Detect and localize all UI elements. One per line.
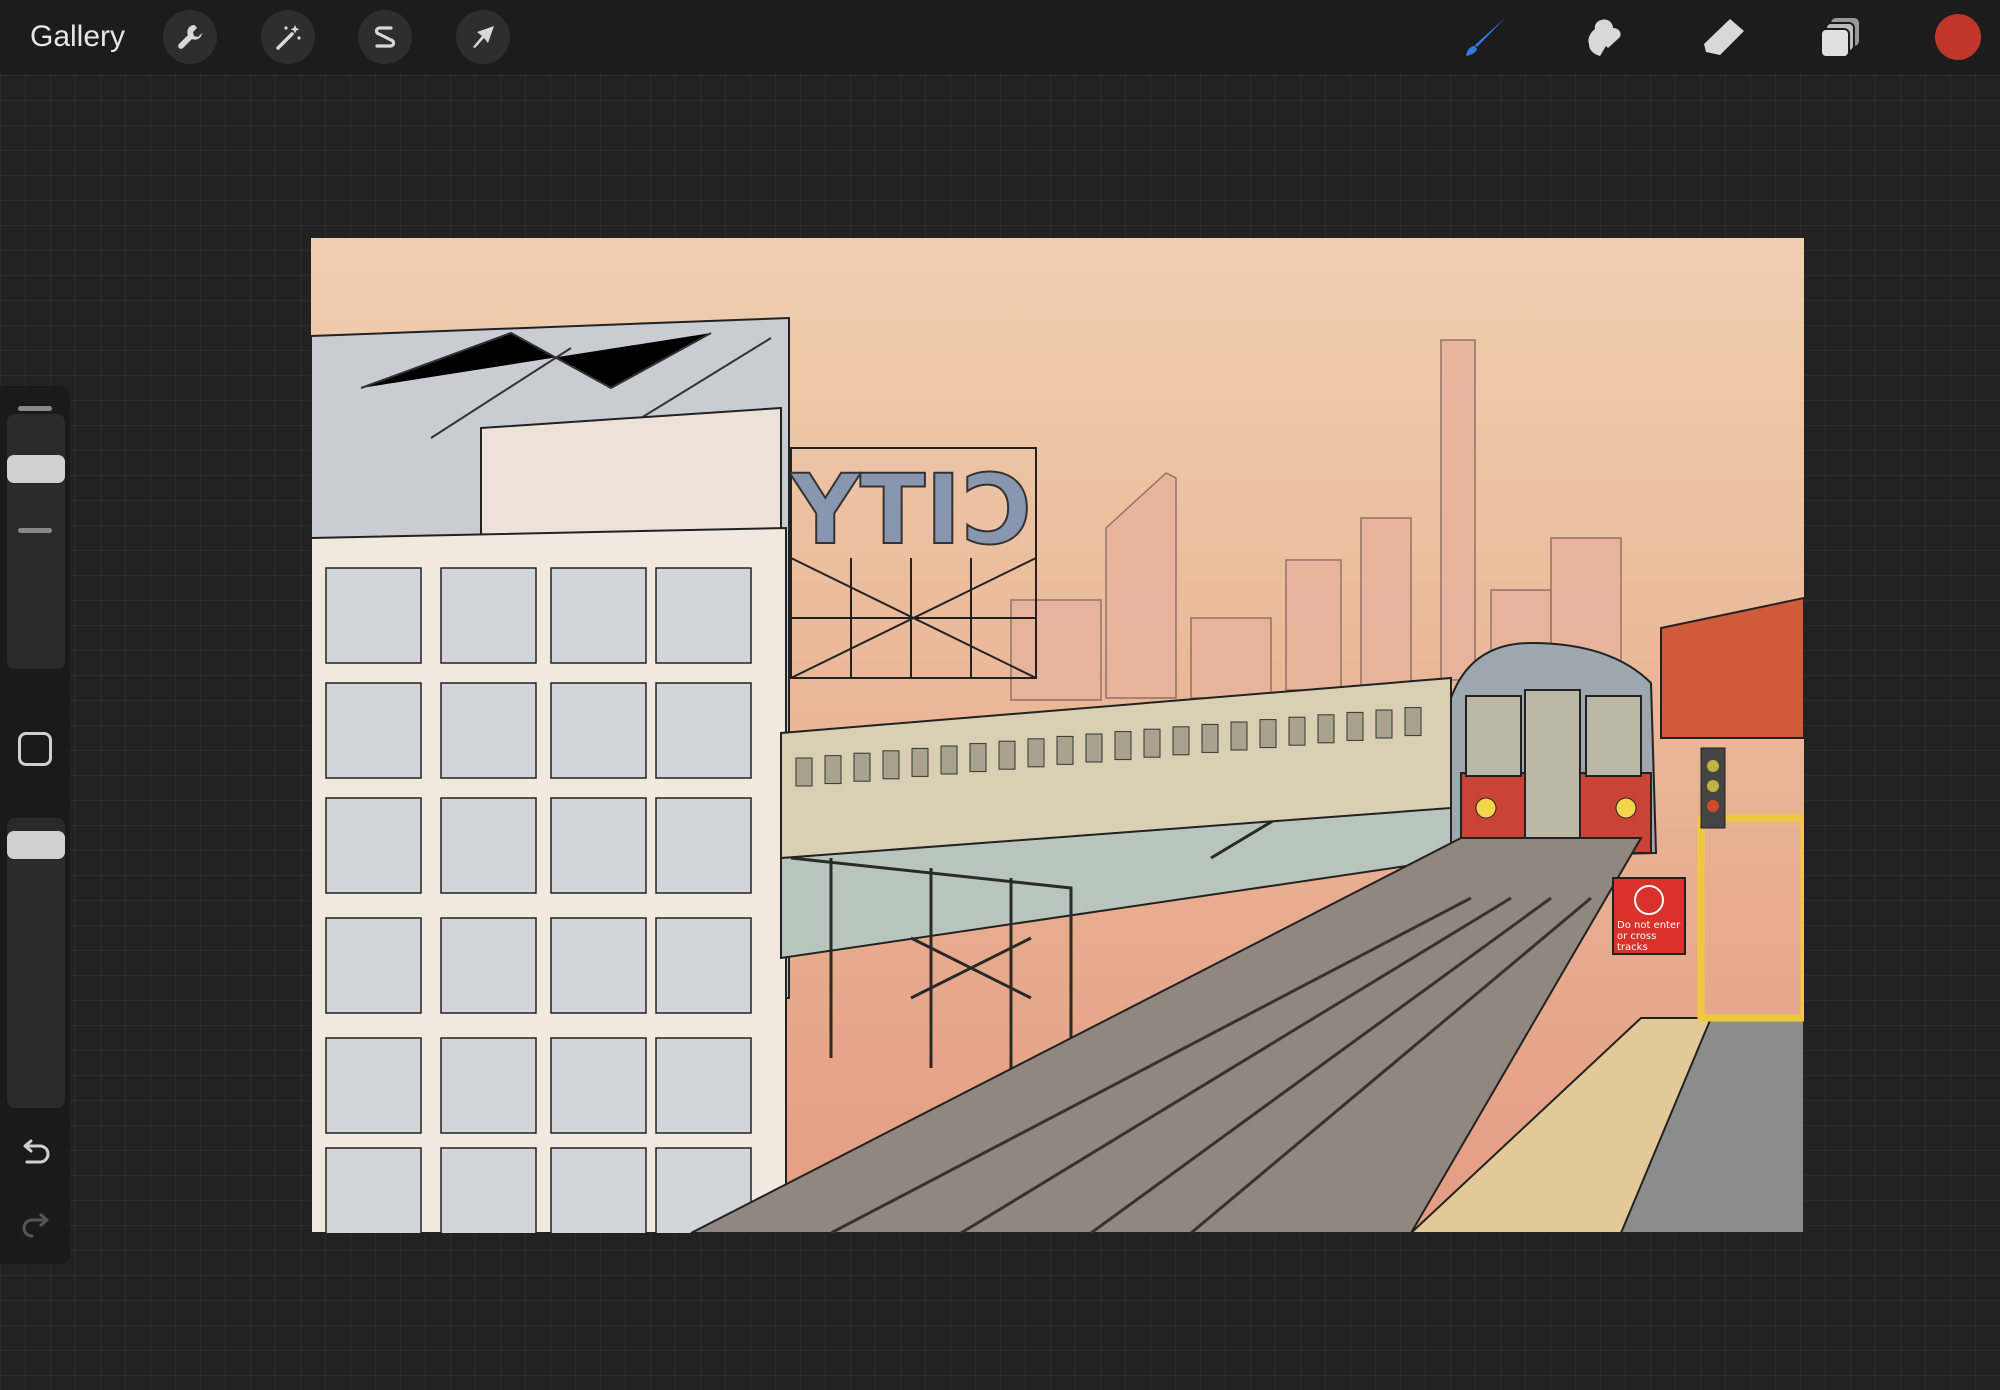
warehouse-window — [550, 567, 647, 664]
layers-icon — [1820, 18, 1859, 58]
wrench-icon — [178, 25, 202, 49]
train-window — [1201, 723, 1219, 753]
warehouse-window — [440, 682, 537, 779]
train-window — [853, 752, 871, 782]
layers-button[interactable] — [1813, 10, 1869, 66]
train-window — [1375, 709, 1393, 739]
gallery-button[interactable]: Gallery — [30, 17, 125, 57]
brush-size-slider[interactable] — [7, 414, 65, 669]
opacity-slider[interactable] — [7, 818, 65, 1108]
warehouse-window — [655, 917, 752, 1014]
warehouse-window — [440, 567, 537, 664]
warehouse-window — [550, 797, 647, 894]
brush-icon — [1466, 18, 1505, 56]
train-window — [1259, 719, 1277, 749]
train-window — [1027, 738, 1045, 768]
warehouse-window — [550, 1037, 647, 1134]
warehouse-window — [325, 1037, 422, 1134]
train-window — [1056, 735, 1074, 765]
warehouse-window — [655, 1037, 752, 1134]
modify-button[interactable] — [18, 732, 52, 766]
top-toolbar: Gallery — [0, 0, 2000, 74]
train-window — [1346, 711, 1364, 741]
train-window — [795, 757, 813, 787]
train-window — [824, 755, 842, 785]
warehouse-window — [655, 567, 752, 664]
train-window — [1172, 726, 1190, 756]
arrow-cursor-icon — [473, 26, 494, 48]
size-tick-max — [18, 406, 52, 411]
warehouse-window — [325, 797, 422, 894]
opacity-thumb[interactable] — [7, 831, 65, 860]
smudge-button[interactable] — [1575, 10, 1631, 66]
train-window — [1404, 707, 1422, 737]
warehouse-window — [440, 917, 537, 1014]
billboard-text: CITY — [789, 454, 1032, 566]
brush-size-thumb[interactable] — [7, 454, 65, 483]
drawing-canvas[interactable]: CITY Do not enter or cross tracks — [311, 238, 1804, 1233]
selection-s-icon — [374, 26, 396, 48]
adjustments-button[interactable] — [261, 10, 315, 64]
eraser-button[interactable] — [1696, 10, 1752, 66]
warehouse-window — [550, 1147, 647, 1233]
size-tick-mid — [18, 528, 52, 533]
train-window — [911, 747, 929, 777]
artwork: CITY Do not enter or cross tracks — [311, 238, 1804, 1233]
train-window — [940, 745, 958, 775]
warehouse-window — [325, 567, 422, 664]
transform-button[interactable] — [456, 10, 510, 64]
warehouse-window — [440, 797, 537, 894]
selection-button[interactable] — [358, 10, 412, 64]
magic-wand-icon — [276, 25, 301, 50]
train-window — [1230, 721, 1248, 751]
train-window — [998, 740, 1016, 770]
train-window — [1143, 728, 1161, 758]
eraser-icon — [1704, 19, 1744, 55]
train-window — [1085, 733, 1103, 763]
smudge-icon — [1588, 19, 1621, 56]
warehouse-window — [325, 917, 422, 1014]
redo-icon[interactable] — [18, 1206, 54, 1242]
warehouse-window — [550, 917, 647, 1014]
color-picker-button[interactable] — [1935, 14, 1981, 60]
warehouse-window — [440, 1147, 537, 1233]
warehouse-window — [655, 682, 752, 779]
sidebar — [0, 386, 70, 1264]
warehouse-window — [325, 1147, 422, 1233]
warehouse-window — [325, 682, 422, 779]
train-window — [1317, 714, 1335, 744]
warehouse-window — [440, 1037, 537, 1134]
actions-button[interactable] — [163, 10, 217, 64]
brush-button[interactable] — [1457, 10, 1513, 66]
train-window — [1114, 731, 1132, 761]
train-window — [969, 743, 987, 773]
train-window — [882, 750, 900, 780]
undo-icon[interactable] — [18, 1136, 54, 1172]
warehouse-window — [655, 797, 752, 894]
warehouse-window — [550, 682, 647, 779]
train-window — [1288, 716, 1306, 746]
